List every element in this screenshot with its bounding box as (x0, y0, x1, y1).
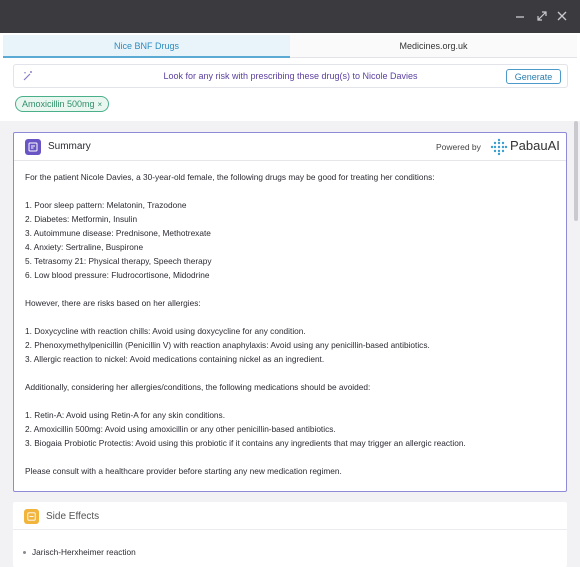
summary-line: 1. Doxycycline with reaction chills: Avo… (25, 326, 306, 336)
summary-line: 6. Low blood pressure: Fludrocortisone, … (25, 270, 210, 280)
summary-line: 3. Autoimmune disease: Prednisone, Metho… (25, 228, 211, 238)
risk-prompt: Look for any risk with prescribing these… (163, 71, 418, 81)
summary-line: 3. Biogaia Probiotic Protectis: Avoid us… (25, 438, 466, 448)
summary-line: 3. Allergic reaction to nickel: Avoid me… (25, 354, 325, 364)
risk-check-bar: Look for any risk with prescribing these… (13, 64, 568, 88)
pabauai-brand: PabauAI (510, 138, 560, 153)
summary-spacer (25, 184, 557, 198)
remove-chip-icon[interactable]: × (98, 100, 103, 109)
pabauai-logo-icon (490, 138, 508, 156)
summary-panel: Summary Powered by PabauAI For the patie… (13, 132, 567, 492)
summary-spacer (25, 394, 557, 408)
side-effects-title: Side Effects (46, 511, 100, 522)
side-effects-icon (24, 509, 39, 524)
source-tabs: Nice BNF Drugs Medicines.org.uk (3, 35, 577, 58)
side-effects-header: Side Effects (13, 502, 567, 530)
bullet-icon (23, 550, 26, 554)
summary-text: For the patient Nicole Davies, a 30-year… (25, 170, 557, 478)
generate-button[interactable]: Generate (506, 69, 561, 84)
summary-line: 5. Tetrasomy 21: Physical therapy, Speec… (25, 256, 212, 266)
summary-line: 2. Diabetes: Metformin, Insulin (25, 214, 138, 224)
summary-spacer (25, 282, 557, 296)
side-effect-label: Jarisch-Herxheimer reaction (32, 547, 136, 557)
summary-spacer (25, 366, 557, 380)
window-titlebar (0, 0, 580, 33)
summary-line: However, there are risks based on her al… (25, 298, 201, 308)
close-icon[interactable] (553, 7, 571, 25)
summary-spacer (25, 450, 557, 464)
scrollbar[interactable] (574, 121, 578, 221)
summary-line: 1. Poor sleep pattern: Melatonin, Trazod… (25, 200, 187, 210)
summary-header: Summary Powered by PabauAI (14, 133, 566, 161)
side-effects-panel: Side Effects Jarisch-Herxheimer reaction (13, 502, 567, 567)
powered-by-label: Powered by (436, 142, 481, 152)
summary-icon (25, 139, 41, 155)
summary-line: For the patient Nicole Davies, a 30-year… (25, 172, 435, 182)
summary-line: 2. Amoxicillin 500mg: Avoid using amoxic… (25, 424, 336, 434)
list-item: Jarisch-Herxheimer reaction (23, 547, 136, 557)
drug-chip[interactable]: Amoxicillin 500mg × (15, 96, 110, 112)
tab-medicines-org-uk[interactable]: Medicines.org.uk (290, 35, 577, 58)
summary-line: Additionally, considering her allergies/… (25, 382, 371, 392)
summary-line: 2. Phenoxymethylpenicillin (Penicillin V… (25, 340, 430, 350)
minimize-icon[interactable] (511, 7, 529, 25)
summary-line: 1. Retin-A: Avoid using Retin-A for any … (25, 410, 225, 420)
restore-icon[interactable] (533, 7, 551, 25)
summary-line: Please consult with a healthcare provide… (25, 466, 342, 476)
summary-line: 4. Anxiety: Sertraline, Buspirone (25, 242, 144, 252)
summary-spacer (25, 310, 557, 324)
summary-title: Summary (48, 141, 91, 152)
tab-nice-bnf-drugs[interactable]: Nice BNF Drugs (3, 35, 290, 58)
drug-chip-label: Amoxicillin 500mg (22, 99, 95, 109)
